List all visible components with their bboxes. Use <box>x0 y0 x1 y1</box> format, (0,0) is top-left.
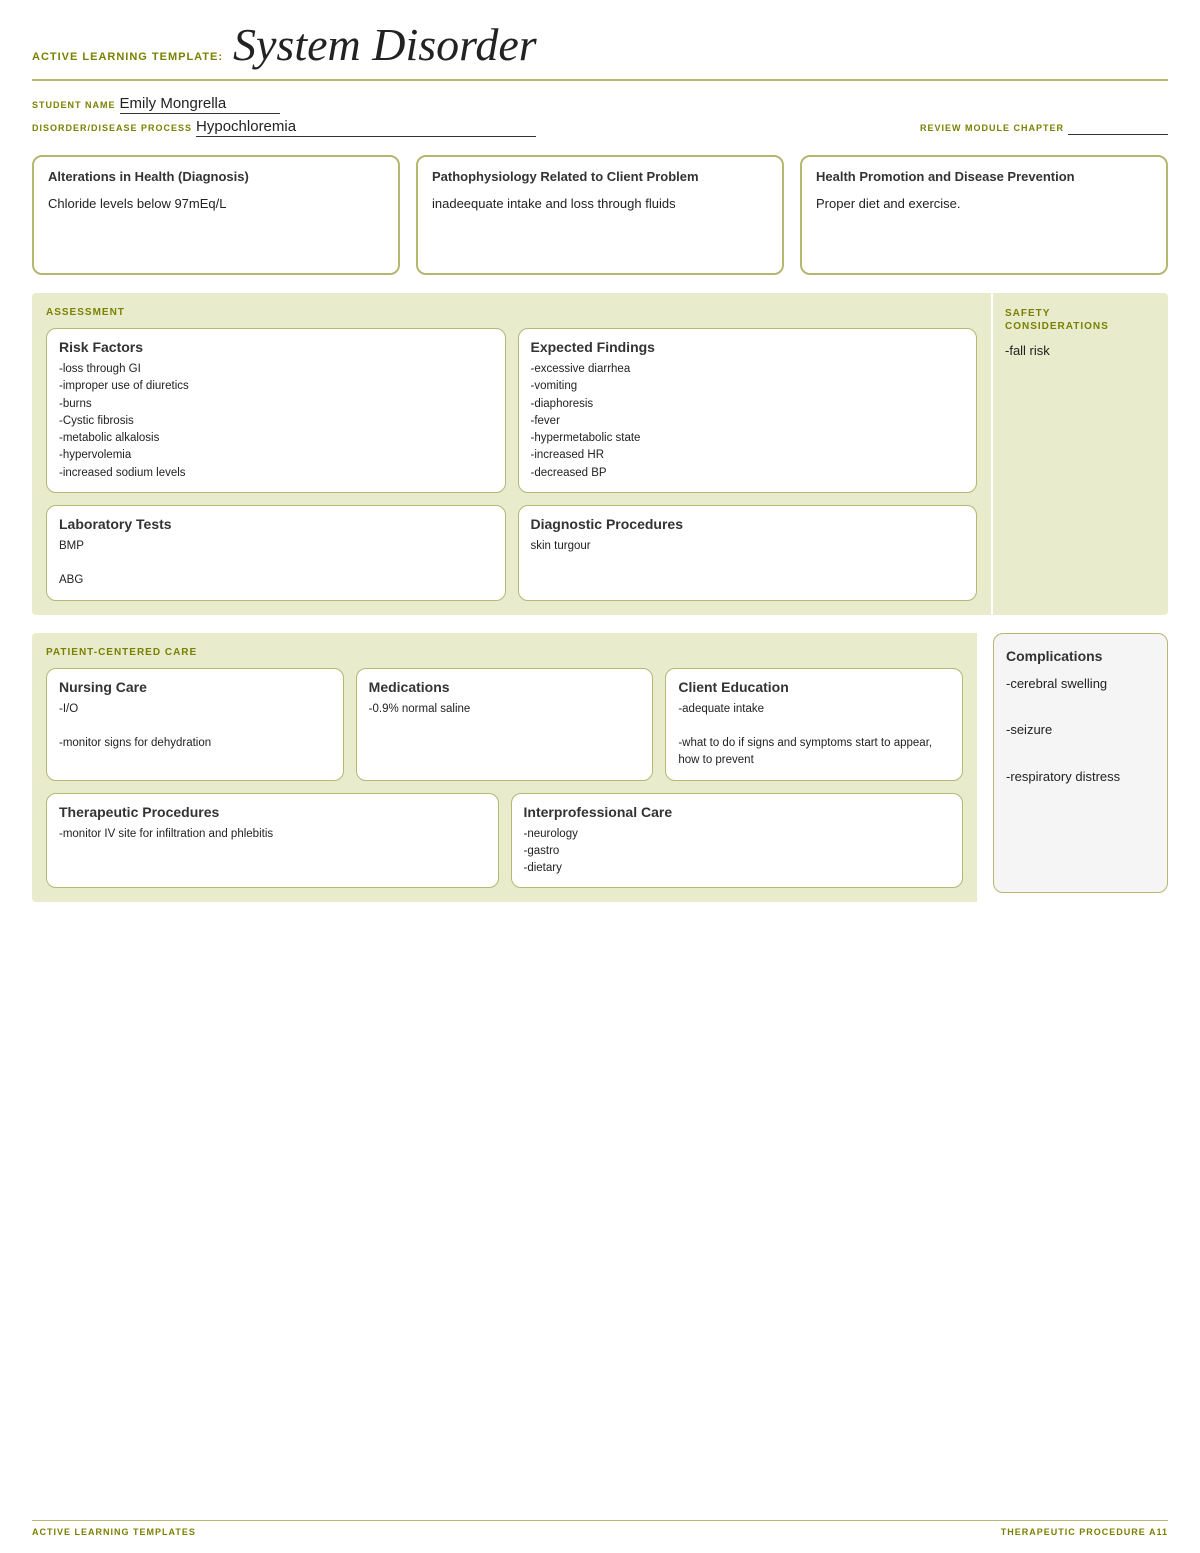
header-title: System Disorder <box>233 18 537 71</box>
safety-title: SAFETYCONSIDERATIONS <box>1005 307 1156 333</box>
expected-findings-content: -excessive diarrhea-vomiting-diaphoresis… <box>531 361 965 482</box>
assessment-section: ASSESSMENT Risk Factors -loss through GI… <box>32 293 1168 615</box>
risk-factors-box: Risk Factors -loss through GI-improper u… <box>46 328 506 493</box>
diagnostic-procedures-title: Diagnostic Procedures <box>531 516 965 532</box>
disorder-label: DISORDER/DISEASE PROCESS <box>32 123 192 133</box>
complications-title: Complications <box>1006 648 1155 664</box>
risk-factors-content: -loss through GI-improper use of diureti… <box>59 361 493 482</box>
student-info-row: STUDENT NAME Emily Mongrella <box>32 95 1168 114</box>
complications-content: -cerebral swelling-seizure-respiratory d… <box>1006 672 1155 789</box>
interprofessional-care-box: Interprofessional Care -neurology-gastro… <box>511 793 964 889</box>
therapeutic-procedures-content: -monitor IV site for infiltration and ph… <box>59 826 486 843</box>
therapeutic-procedures-title: Therapeutic Procedures <box>59 804 486 820</box>
assessment-grid: Risk Factors -loss through GI-improper u… <box>46 328 977 601</box>
disorder-value: Hypochloremia <box>196 118 536 137</box>
review-label: REVIEW MODULE CHAPTER <box>920 123 1064 133</box>
footer: ACTIVE LEARNING TEMPLATES THERAPEUTIC PR… <box>32 1520 1168 1537</box>
risk-factors-title: Risk Factors <box>59 339 493 355</box>
disorder-info-row: DISORDER/DISEASE PROCESS Hypochloremia R… <box>32 118 1168 137</box>
health-promotion-title: Health Promotion and Disease Prevention <box>816 169 1152 186</box>
client-education-title: Client Education <box>678 679 950 695</box>
health-promotion-content: Proper diet and exercise. <box>816 194 1152 214</box>
therapeutic-procedures-box: Therapeutic Procedures -monitor IV site … <box>46 793 499 889</box>
student-name-label: STUDENT NAME <box>32 100 116 110</box>
safety-content: -fall risk <box>1005 341 1156 362</box>
assessment-label: ASSESSMENT <box>46 307 977 318</box>
footer-left: ACTIVE LEARNING TEMPLATES <box>32 1527 196 1537</box>
safety-panel: SAFETYCONSIDERATIONS -fall risk <box>993 293 1168 615</box>
header: ACTIVE LEARNING TEMPLATE: System Disorde… <box>32 18 1168 81</box>
student-name-value: Emily Mongrella <box>120 95 280 114</box>
lab-tests-box: Laboratory Tests BMPABG <box>46 505 506 601</box>
top-box-pathophysiology: Pathophysiology Related to Client Proble… <box>416 155 784 275</box>
expected-findings-title: Expected Findings <box>531 339 965 355</box>
top-box-diagnosis: Alterations in Health (Diagnosis) Chlori… <box>32 155 400 275</box>
medications-box: Medications -0.9% normal saline <box>356 668 654 781</box>
disorder-field: DISORDER/DISEASE PROCESS Hypochloremia <box>32 118 536 137</box>
expected-findings-box: Expected Findings -excessive diarrhea-vo… <box>518 328 978 493</box>
pcc-main: PATIENT-CENTERED CARE Nursing Care -I/O-… <box>32 633 977 903</box>
diagnostic-procedures-content: skin turgour <box>531 538 965 555</box>
pcc-top-grid: Nursing Care -I/O-monitor signs for dehy… <box>46 668 963 781</box>
interprofessional-care-title: Interprofessional Care <box>524 804 951 820</box>
page: ACTIVE LEARNING TEMPLATE: System Disorde… <box>0 0 1200 1553</box>
medications-content: -0.9% normal saline <box>369 701 641 718</box>
medications-title: Medications <box>369 679 641 695</box>
lab-tests-title: Laboratory Tests <box>59 516 493 532</box>
interprofessional-care-content: -neurology-gastro-dietary <box>524 826 951 878</box>
nursing-care-content: -I/O-monitor signs for dehydration <box>59 701 331 753</box>
diagnosis-content: Chloride levels below 97mEq/L <box>48 194 384 214</box>
client-education-box: Client Education -adequate intake-what t… <box>665 668 963 781</box>
pathophysiology-title: Pathophysiology Related to Client Proble… <box>432 169 768 186</box>
assessment-main: ASSESSMENT Risk Factors -loss through GI… <box>32 293 991 615</box>
header-label: ACTIVE LEARNING TEMPLATE: <box>32 51 223 63</box>
nursing-care-box: Nursing Care -I/O-monitor signs for dehy… <box>46 668 344 781</box>
student-name-field: STUDENT NAME Emily Mongrella <box>32 95 280 114</box>
diagnosis-title: Alterations in Health (Diagnosis) <box>48 169 384 186</box>
client-education-content: -adequate intake-what to do if signs and… <box>678 701 950 770</box>
nursing-care-title: Nursing Care <box>59 679 331 695</box>
pcc-label: PATIENT-CENTERED CARE <box>46 647 963 658</box>
top-boxes: Alterations in Health (Diagnosis) Chlori… <box>32 155 1168 275</box>
pcc-section: PATIENT-CENTERED CARE Nursing Care -I/O-… <box>32 633 1168 903</box>
top-box-health-promotion: Health Promotion and Disease Prevention … <box>800 155 1168 275</box>
pcc-bottom-grid: Therapeutic Procedures -monitor IV site … <box>46 793 963 889</box>
review-value <box>1068 119 1168 135</box>
review-field: REVIEW MODULE CHAPTER <box>920 119 1168 135</box>
complications-panel: Complications -cerebral swelling-seizure… <box>993 633 1168 893</box>
pathophysiology-content: inadeequate intake and loss through flui… <box>432 194 768 214</box>
footer-right: THERAPEUTIC PROCEDURE A11 <box>1001 1527 1168 1537</box>
diagnostic-procedures-box: Diagnostic Procedures skin turgour <box>518 505 978 601</box>
lab-tests-content: BMPABG <box>59 538 493 590</box>
